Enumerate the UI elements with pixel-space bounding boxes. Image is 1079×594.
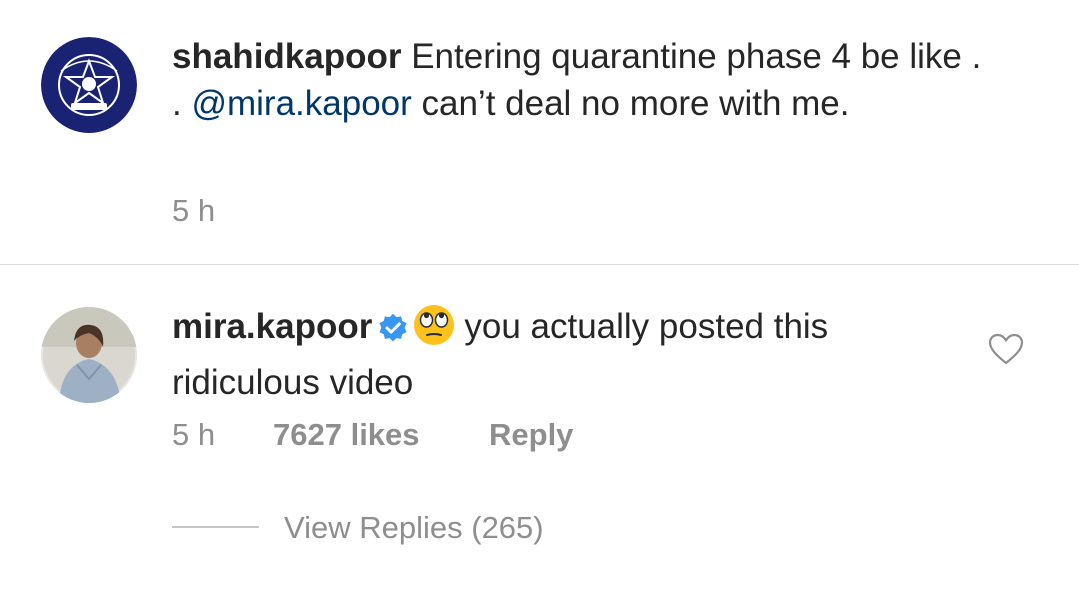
comment-username[interactable]: mira.kapoor	[172, 307, 372, 346]
avatar-shahidkapoor[interactable]	[41, 37, 137, 133]
comment-meta: 5 h 7627 likes Reply	[172, 417, 672, 453]
comment-text: mira.kapoor you actually posted this ridi…	[172, 303, 962, 406]
view-replies-button[interactable]: View Replies (265)	[284, 510, 544, 546]
avatar-mira-kapoor[interactable]	[41, 307, 137, 403]
rolling-eyes-emoji-icon	[412, 303, 456, 359]
caption-meta: 5 h	[172, 193, 372, 229]
like-heart-icon[interactable]	[988, 333, 1024, 370]
caption-text-part2: can’t deal no more with me.	[411, 84, 850, 123]
likes-count[interactable]: 7627 likes	[273, 417, 420, 453]
reply-button[interactable]: Reply	[489, 417, 573, 453]
caption-timestamp: 5 h	[172, 193, 216, 228]
mention-link[interactable]: @mira.kapoor	[191, 84, 411, 123]
verified-badge-icon	[378, 308, 408, 355]
caption-text: shahidkapoor Entering quarantine phase 4…	[172, 33, 992, 127]
comment-timestamp: 5 h	[172, 417, 216, 452]
divider	[0, 264, 1079, 265]
replies-divider-line	[172, 526, 259, 528]
caption-username[interactable]: shahidkapoor	[172, 37, 401, 76]
